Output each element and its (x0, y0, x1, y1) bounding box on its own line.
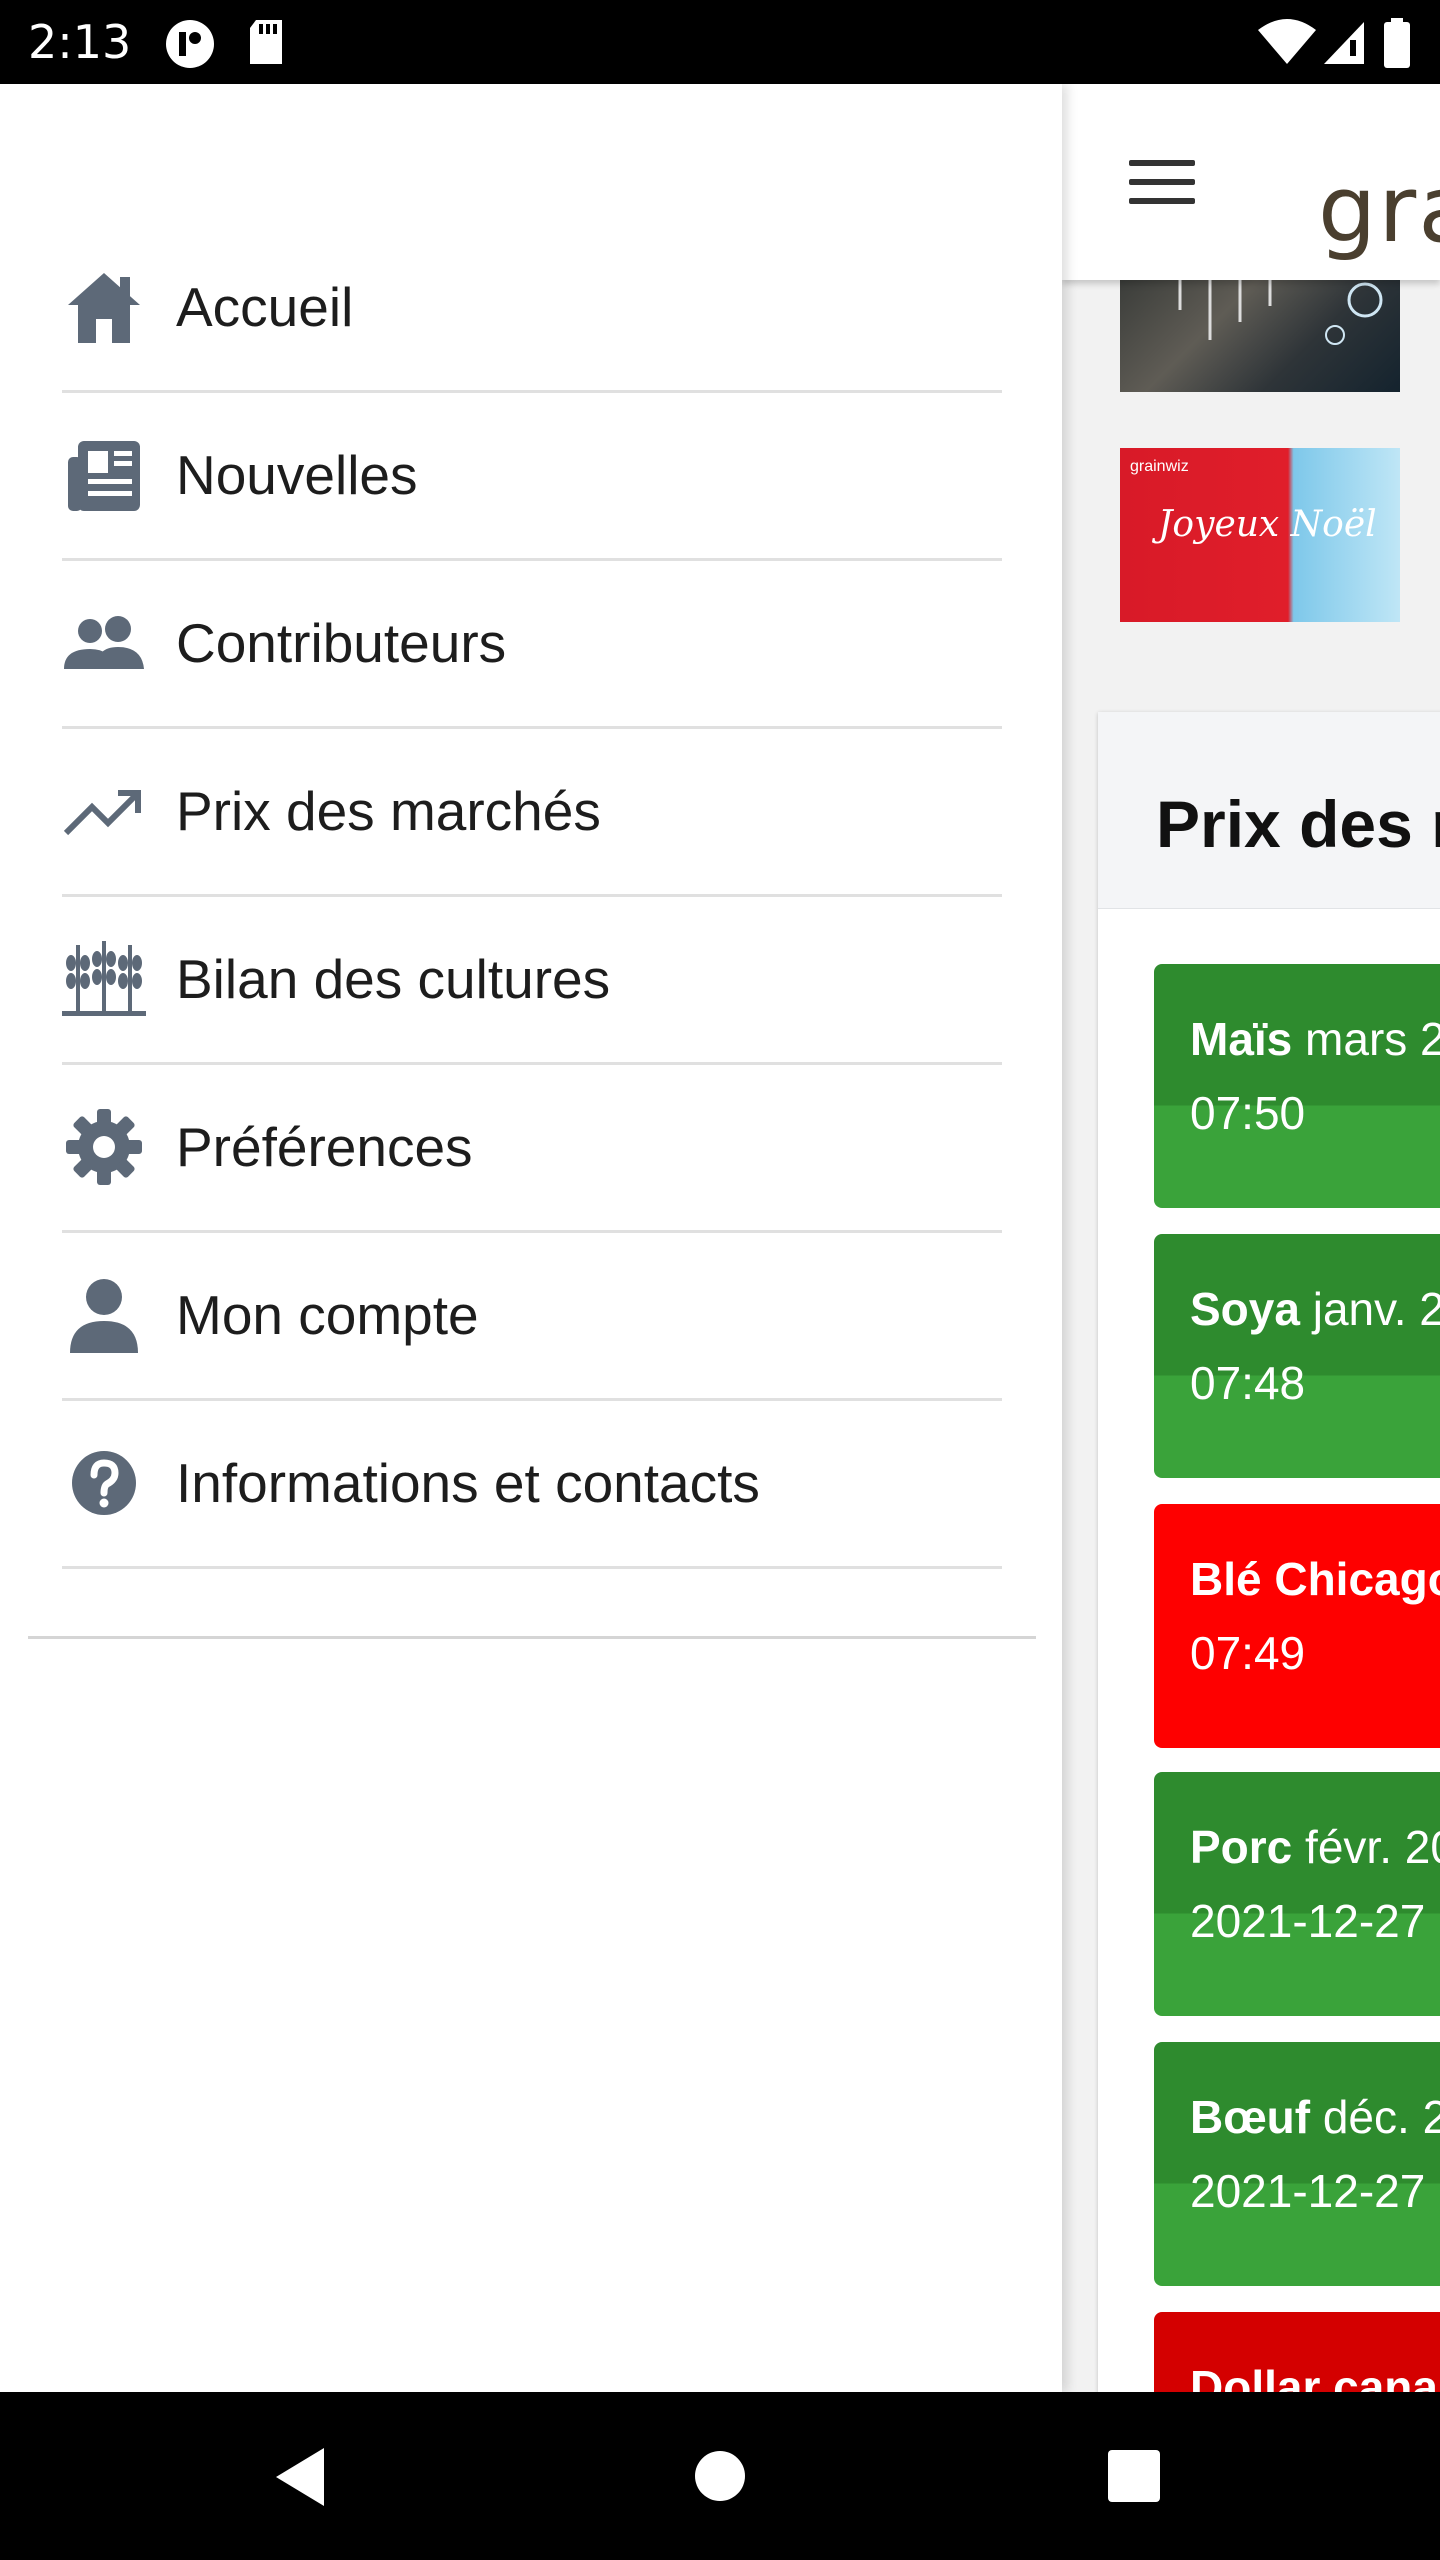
navigation-drawer: Accueil Nouvelles Contributeurs Prix des… (0, 84, 1062, 2392)
market-prices-card: Prix des r Maïs mars 2 07:50 Soya janv. … (1098, 712, 1440, 2392)
menu-item-preferences[interactable]: Préférences (62, 1064, 1002, 1233)
price-item-time: 07:48 (1190, 1357, 1306, 1409)
price-item-time: 2021-12-27 (1190, 1895, 1426, 1947)
app-notification-icon (166, 20, 214, 68)
market-prices-title: Prix des r (1156, 787, 1440, 861)
user-icon (62, 1273, 146, 1357)
price-item-detail: févr. 20 (1305, 1821, 1440, 1873)
main-app-content: gra grainwiz Joyeux Noël Prix des r Maïs… (1062, 84, 1440, 2392)
banner-logo-text: grainwiz (1130, 458, 1189, 475)
menu-item-label: Informations et contacts (176, 1452, 760, 1514)
price-item-time: 2021-12-27 (1190, 2165, 1426, 2217)
menu-item-label: Préférences (176, 1116, 473, 1178)
wheat-icon (62, 937, 146, 1021)
gear-icon (62, 1105, 146, 1189)
price-item-name: Soya (1190, 1283, 1300, 1335)
price-item-porc[interactable]: Porc févr. 20 2021-12-27 (1154, 1772, 1440, 2016)
news-thumbnail-christmas[interactable]: grainwiz Joyeux Noël (1120, 448, 1400, 622)
menu-item-informations[interactable]: Informations et contacts (62, 1400, 1002, 1569)
price-item-boeuf[interactable]: Bœuf déc. 2 2021-12-27 (1154, 2042, 1440, 2286)
price-item-detail: mars 2 (1305, 1013, 1440, 1065)
price-item-detail: déc. 2 (1322, 2091, 1440, 2143)
app-header: gra (1062, 84, 1440, 280)
menu-item-label: Contributeurs (176, 612, 507, 674)
status-time: 2:13 (28, 15, 132, 69)
menu-item-label: Prix des marchés (176, 780, 601, 842)
users-icon (62, 601, 146, 685)
price-item-name: Porc (1190, 1821, 1293, 1873)
home-button-icon[interactable] (694, 2450, 746, 2502)
system-navigation-bar (0, 2392, 1440, 2560)
sd-card-icon (250, 20, 282, 64)
help-icon (62, 1441, 146, 1525)
thumbnail-image (1178, 280, 1383, 345)
price-item-dollar[interactable]: Dollar cana (1154, 2312, 1440, 2392)
newspaper-icon (62, 433, 146, 517)
menu-item-label: Bilan des cultures (176, 948, 611, 1010)
menu-item-prix-marches[interactable]: Prix des marchés (62, 728, 1002, 897)
price-item-soya[interactable]: Soya janv. 2 07:48 (1154, 1234, 1440, 1478)
price-item-time: 07:49 (1190, 1627, 1306, 1679)
price-item-name: Maïs (1190, 1013, 1293, 1065)
menu-item-bilan-cultures[interactable]: Bilan des cultures (62, 896, 1002, 1065)
battery-icon (1384, 18, 1410, 68)
status-bar: 2:13 (0, 0, 1440, 84)
recents-icon[interactable] (1108, 2450, 1160, 2502)
price-item-time: 07:50 (1190, 1087, 1306, 1139)
price-item-name: Dollar cana (1190, 2361, 1438, 2392)
price-item-name: Bœuf (1190, 2091, 1311, 2143)
menu-item-label: Mon compte (176, 1284, 479, 1346)
cell-signal-icon (1324, 22, 1364, 64)
menu-item-label: Accueil (176, 276, 354, 338)
news-thumbnail-winter[interactable] (1120, 280, 1400, 392)
drawer-divider (28, 1636, 1036, 1639)
menu-item-accueil[interactable]: Accueil (62, 224, 1002, 393)
banner-greeting: Joyeux Noël (1158, 504, 1377, 545)
price-item-detail: janv. 2 (1312, 1283, 1440, 1335)
wifi-icon (1258, 19, 1316, 64)
menu-item-nouvelles[interactable]: Nouvelles (62, 392, 1002, 561)
trending-up-icon (62, 769, 146, 853)
hamburger-menu-icon[interactable] (1129, 160, 1195, 206)
price-item-mais[interactable]: Maïs mars 2 07:50 (1154, 964, 1440, 1208)
market-prices-header: Prix des r (1098, 712, 1440, 909)
price-item-name: Blé Chicago (1190, 1553, 1440, 1605)
menu-item-label: Nouvelles (176, 444, 418, 506)
brand-logo: gra (1318, 156, 1440, 263)
home-icon (62, 265, 146, 349)
price-item-ble-chicago[interactable]: Blé Chicago 07:49 (1154, 1504, 1440, 1748)
back-icon[interactable] (272, 2446, 328, 2508)
menu-item-mon-compte[interactable]: Mon compte (62, 1232, 1002, 1401)
menu-item-contributeurs[interactable]: Contributeurs (62, 560, 1002, 729)
